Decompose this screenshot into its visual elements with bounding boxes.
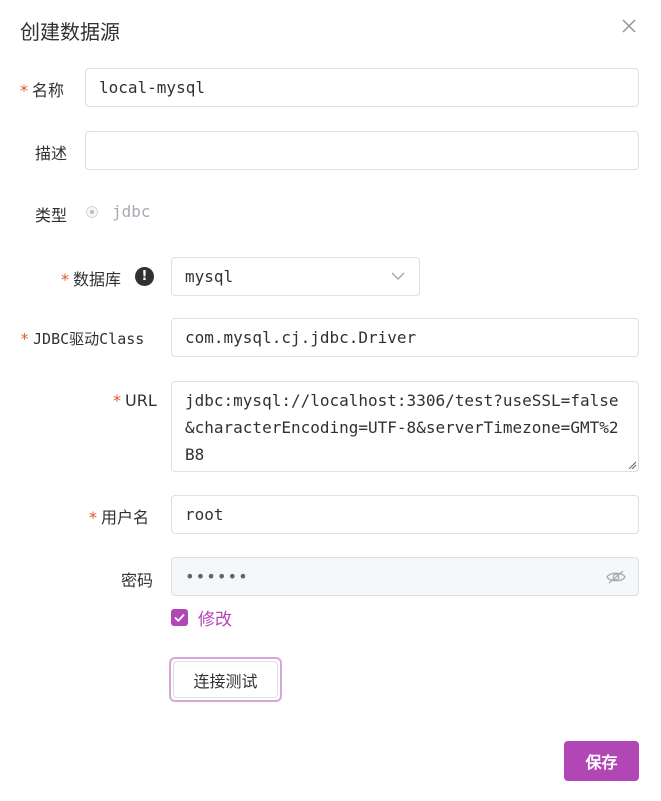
- resize-handle-icon[interactable]: [628, 461, 636, 469]
- modify-checkbox-label[interactable]: 修改: [198, 605, 232, 630]
- dialog-title: 创建数据源: [20, 20, 120, 44]
- type-radio-jdbc[interactable]: [86, 206, 98, 218]
- modify-checkbox[interactable]: [171, 609, 188, 626]
- test-connection-button[interactable]: 连接测试: [169, 657, 282, 702]
- name-input[interactable]: local-mysql: [85, 68, 639, 107]
- info-icon[interactable]: !: [135, 267, 154, 286]
- eye-off-icon[interactable]: [606, 569, 626, 585]
- database-label: * 数据库: [61, 270, 122, 289]
- check-icon: [174, 613, 185, 623]
- database-select[interactable]: mysql: [171, 257, 420, 296]
- test-connection-label: 连接测试: [173, 661, 278, 698]
- password-input[interactable]: ••••••: [171, 557, 639, 596]
- type-label: 类型: [35, 206, 68, 225]
- username-label: * 用户名: [89, 508, 150, 527]
- chevron-down-icon: [391, 272, 405, 281]
- description-label: 描述: [35, 144, 68, 163]
- username-input[interactable]: root: [171, 495, 639, 534]
- type-radio-jdbc-label: jdbc: [112, 202, 151, 221]
- url-label: * URL: [113, 391, 157, 410]
- password-label: 密码: [121, 571, 154, 590]
- create-datasource-dialog: 创建数据源 * 名称 local-mysql 描述 类型 jdbc * 数据库 ! …: [0, 0, 661, 801]
- jdbc-class-label: * JDBC驱动Class: [20, 330, 145, 348]
- description-input[interactable]: [85, 131, 639, 170]
- save-button[interactable]: 保存: [564, 741, 639, 781]
- name-label: * 名称: [20, 81, 65, 100]
- jdbc-class-input[interactable]: com.mysql.cj.jdbc.Driver: [171, 318, 639, 357]
- required-mark: *: [20, 81, 28, 100]
- close-icon[interactable]: [618, 15, 640, 37]
- url-textarea[interactable]: jdbc:mysql://localhost:3306/test?useSSL=…: [171, 381, 639, 472]
